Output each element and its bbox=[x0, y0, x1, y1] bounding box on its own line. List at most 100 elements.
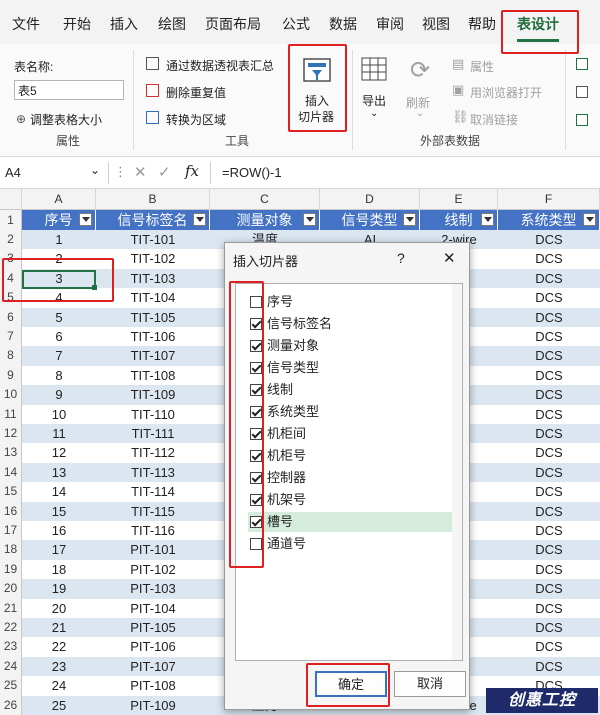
table-cell[interactable]: 8 bbox=[22, 366, 96, 385]
table-cell[interactable]: 15 bbox=[22, 501, 96, 521]
row-header[interactable]: 1 bbox=[0, 210, 22, 230]
row-header[interactable]: 3 bbox=[0, 249, 22, 269]
checkbox[interactable] bbox=[250, 362, 262, 374]
table-cell[interactable]: TIT-106 bbox=[96, 327, 210, 346]
table-cell[interactable]: DCS bbox=[498, 268, 600, 289]
table-cell[interactable]: 23 bbox=[22, 656, 96, 677]
table-cell[interactable]: 25 bbox=[22, 695, 96, 715]
row-header[interactable]: 11 bbox=[0, 404, 22, 424]
table-cell[interactable]: 7 bbox=[22, 346, 96, 366]
style-option-checkbox[interactable] bbox=[576, 86, 588, 98]
row-header[interactable]: 8 bbox=[0, 346, 22, 366]
checkbox[interactable] bbox=[250, 340, 262, 352]
row-header[interactable]: 9 bbox=[0, 365, 22, 386]
table-cell[interactable]: DCS bbox=[498, 579, 600, 599]
table-cell[interactable]: 9 bbox=[22, 385, 96, 405]
table-name-input[interactable]: 表5 bbox=[14, 80, 124, 100]
ok-button[interactable]: 确定 bbox=[315, 671, 387, 697]
filter-dropdown-icon[interactable] bbox=[481, 213, 494, 226]
menu-insert[interactable]: 插入 bbox=[110, 14, 138, 34]
table-cell[interactable]: 10 bbox=[22, 405, 96, 424]
row-header[interactable]: 16 bbox=[0, 501, 22, 521]
style-option-checkbox[interactable] bbox=[576, 114, 588, 126]
table-cell[interactable]: 12 bbox=[22, 443, 96, 462]
column-header[interactable]: E bbox=[420, 189, 498, 210]
menu-data[interactable]: 数据 bbox=[329, 14, 357, 34]
row-header[interactable]: 22 bbox=[0, 618, 22, 638]
table-cell[interactable]: PIT-102 bbox=[96, 560, 210, 579]
table-cell[interactable]: PIT-108 bbox=[96, 676, 210, 695]
table-cell[interactable]: TIT-104 bbox=[96, 288, 210, 307]
table-cell[interactable]: DCS bbox=[498, 656, 600, 677]
row-header[interactable]: 26 bbox=[0, 695, 22, 715]
field-checkbox-item[interactable]: 控制器 bbox=[248, 468, 460, 488]
table-cell[interactable]: 19 bbox=[22, 579, 96, 599]
remove-duplicates-button[interactable]: 删除重复值 bbox=[166, 84, 226, 101]
table-cell[interactable]: DCS bbox=[498, 230, 600, 250]
table-cell[interactable]: DCS bbox=[498, 288, 600, 307]
row-header[interactable]: 14 bbox=[0, 462, 22, 483]
filter-dropdown-icon[interactable] bbox=[403, 213, 416, 226]
table-cell[interactable]: 18 bbox=[22, 560, 96, 579]
summarize-pivot-button[interactable]: 通过数据透视表汇总 bbox=[166, 57, 274, 74]
function-icon[interactable]: fx bbox=[185, 162, 199, 180]
checkbox[interactable] bbox=[250, 296, 262, 308]
selected-cell[interactable] bbox=[22, 269, 96, 290]
row-header[interactable]: 6 bbox=[0, 307, 22, 327]
column-header[interactable]: F bbox=[498, 189, 600, 210]
field-checkbox-item[interactable]: 线制 bbox=[248, 380, 460, 400]
row-header[interactable]: 10 bbox=[0, 385, 22, 405]
table-header-cell[interactable]: 线制 bbox=[420, 210, 498, 230]
resize-table-button[interactable]: 调整表格大小 bbox=[30, 111, 102, 128]
menu-draw[interactable]: 绘图 bbox=[158, 14, 186, 34]
table-cell[interactable]: 14 bbox=[22, 482, 96, 501]
checkbox[interactable] bbox=[250, 450, 262, 462]
row-header[interactable]: 20 bbox=[0, 579, 22, 599]
table-cell[interactable]: TIT-107 bbox=[96, 346, 210, 366]
row-header[interactable]: 13 bbox=[0, 443, 22, 463]
menu-page-layout[interactable]: 页面布局 bbox=[205, 14, 261, 34]
field-checkbox-item[interactable]: 机架号 bbox=[248, 490, 460, 510]
field-checkbox-item[interactable]: 通道号 bbox=[248, 534, 460, 554]
row-header[interactable]: 17 bbox=[0, 521, 22, 541]
menu-file[interactable]: 文件 bbox=[12, 14, 40, 34]
table-header-cell[interactable]: 信号类型 bbox=[320, 210, 420, 230]
table-cell[interactable]: 22 bbox=[22, 637, 96, 656]
checkbox[interactable] bbox=[250, 406, 262, 418]
row-header[interactable]: 25 bbox=[0, 676, 22, 696]
table-cell[interactable]: DCS bbox=[498, 424, 600, 444]
menu-help[interactable]: 帮助 bbox=[468, 14, 496, 34]
name-box[interactable]: A4 ⌄ bbox=[0, 162, 109, 184]
menu-home[interactable]: 开始 bbox=[63, 14, 91, 34]
table-cell[interactable]: 24 bbox=[22, 676, 96, 695]
table-cell[interactable]: 6 bbox=[22, 327, 96, 346]
row-header[interactable]: 21 bbox=[0, 598, 22, 618]
scrollbar[interactable] bbox=[452, 284, 462, 660]
checkbox[interactable] bbox=[250, 318, 262, 330]
table-cell[interactable]: DCS bbox=[498, 307, 600, 327]
checkbox[interactable] bbox=[250, 516, 262, 528]
open-in-browser-button[interactable]: 用浏览器打开 bbox=[470, 84, 542, 101]
insert-slicer-button[interactable]: 插入 切片器 bbox=[290, 48, 346, 128]
field-checkbox-item[interactable]: 机柜间 bbox=[248, 424, 460, 444]
table-cell[interactable]: PIT-107 bbox=[96, 656, 210, 677]
table-cell[interactable]: DCS bbox=[498, 560, 600, 579]
row-header[interactable]: 2 bbox=[0, 230, 22, 250]
table-cell[interactable]: DCS bbox=[498, 618, 600, 638]
confirm-icon[interactable]: ✓ bbox=[158, 163, 171, 181]
help-icon[interactable]: ? bbox=[397, 250, 405, 266]
field-checkbox-item[interactable]: 槽号 bbox=[248, 512, 460, 532]
table-cell[interactable]: 2 bbox=[22, 249, 96, 268]
row-header[interactable]: 19 bbox=[0, 559, 22, 580]
style-option-checkbox[interactable] bbox=[576, 58, 588, 70]
cancel-icon[interactable]: ✕ bbox=[134, 163, 147, 181]
table-cell[interactable]: DCS bbox=[498, 540, 600, 560]
table-cell[interactable]: DCS bbox=[498, 249, 600, 268]
menu-table-design[interactable]: 表设计 bbox=[517, 14, 559, 34]
table-cell[interactable]: PIT-101 bbox=[96, 540, 210, 560]
checkbox[interactable] bbox=[250, 472, 262, 484]
table-cell[interactable]: 16 bbox=[22, 521, 96, 540]
table-cell[interactable]: 5 bbox=[22, 307, 96, 327]
table-cell[interactable]: DCS bbox=[498, 385, 600, 405]
table-cell[interactable]: DCS bbox=[498, 521, 600, 540]
